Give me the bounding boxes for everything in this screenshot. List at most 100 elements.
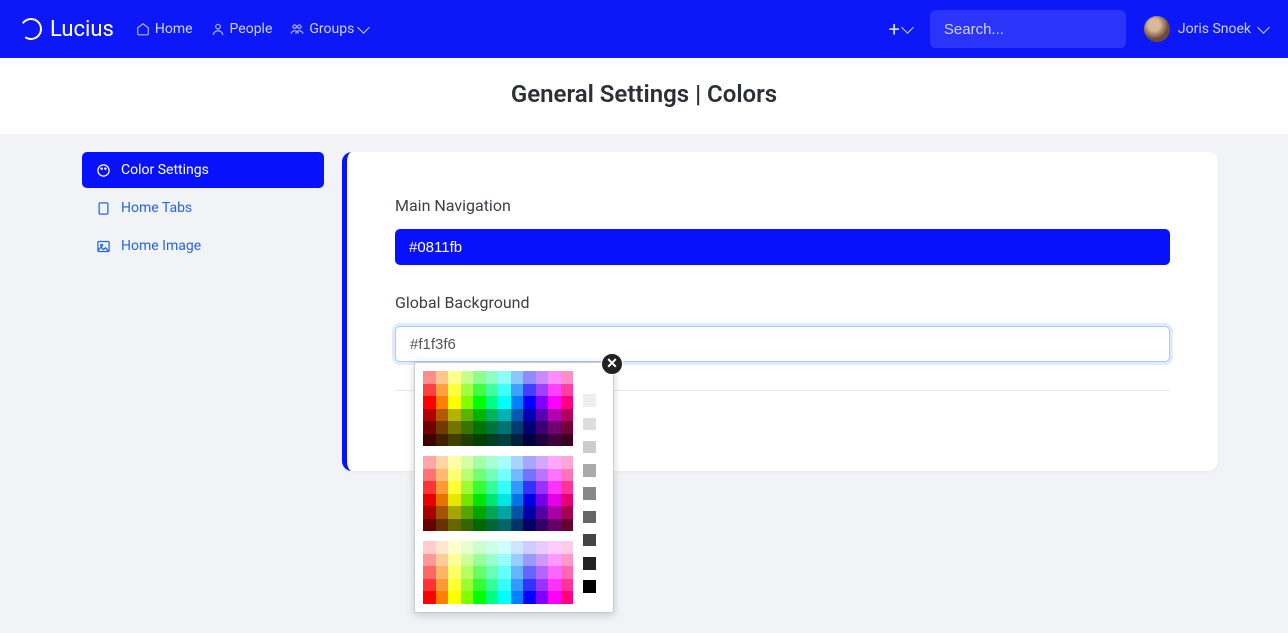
- color-swatch[interactable]: [548, 506, 561, 519]
- color-swatch[interactable]: [473, 421, 486, 434]
- gray-swatch[interactable]: [583, 441, 596, 454]
- color-swatch[interactable]: [511, 396, 524, 409]
- color-swatch[interactable]: [523, 506, 536, 519]
- color-swatch[interactable]: [448, 566, 461, 579]
- global-bg-color-input[interactable]: [395, 326, 1170, 362]
- color-swatch[interactable]: [561, 434, 574, 447]
- color-swatch[interactable]: [561, 371, 574, 384]
- color-swatch[interactable]: [523, 494, 536, 507]
- color-swatch[interactable]: [561, 519, 574, 532]
- color-swatch[interactable]: [448, 506, 461, 519]
- color-swatch[interactable]: [448, 421, 461, 434]
- color-swatch[interactable]: [436, 409, 449, 422]
- color-swatch[interactable]: [486, 409, 499, 422]
- add-button[interactable]: +: [889, 17, 912, 41]
- color-swatch[interactable]: [548, 434, 561, 447]
- color-swatch[interactable]: [523, 566, 536, 579]
- color-swatch[interactable]: [523, 579, 536, 592]
- color-swatch[interactable]: [436, 566, 449, 579]
- color-swatch[interactable]: [498, 456, 511, 469]
- color-swatch[interactable]: [423, 481, 436, 494]
- color-swatch[interactable]: [523, 519, 536, 532]
- brand[interactable]: Lucius: [20, 17, 114, 42]
- color-swatch[interactable]: [523, 396, 536, 409]
- color-swatch[interactable]: [473, 494, 486, 507]
- color-swatch[interactable]: [536, 541, 549, 554]
- color-swatch[interactable]: [548, 591, 561, 604]
- color-swatch[interactable]: [523, 434, 536, 447]
- color-swatch[interactable]: [423, 541, 436, 554]
- color-swatch[interactable]: [473, 481, 486, 494]
- color-swatch[interactable]: [536, 519, 549, 532]
- color-swatch[interactable]: [473, 371, 486, 384]
- color-swatch[interactable]: [436, 494, 449, 507]
- color-swatch[interactable]: [561, 409, 574, 422]
- color-swatch[interactable]: [423, 469, 436, 482]
- color-swatch[interactable]: [511, 384, 524, 397]
- color-swatch[interactable]: [561, 579, 574, 592]
- color-swatch[interactable]: [473, 434, 486, 447]
- color-swatch[interactable]: [561, 469, 574, 482]
- color-swatch[interactable]: [448, 579, 461, 592]
- gray-swatch[interactable]: [583, 534, 596, 547]
- color-swatch[interactable]: [536, 506, 549, 519]
- color-swatch[interactable]: [523, 409, 536, 422]
- color-swatch[interactable]: [498, 434, 511, 447]
- gray-swatch[interactable]: [583, 394, 596, 407]
- color-swatch[interactable]: [486, 579, 499, 592]
- color-swatch[interactable]: [461, 396, 474, 409]
- color-swatch[interactable]: [461, 371, 474, 384]
- color-swatch[interactable]: [511, 579, 524, 592]
- color-swatch[interactable]: [423, 421, 436, 434]
- color-swatch[interactable]: [498, 506, 511, 519]
- gray-swatch[interactable]: [583, 487, 596, 500]
- color-swatch[interactable]: [448, 456, 461, 469]
- color-swatch[interactable]: [523, 456, 536, 469]
- color-swatch[interactable]: [461, 434, 474, 447]
- color-swatch[interactable]: [536, 396, 549, 409]
- color-swatch[interactable]: [498, 541, 511, 554]
- color-swatch[interactable]: [436, 469, 449, 482]
- color-swatch[interactable]: [486, 371, 499, 384]
- color-swatch[interactable]: [423, 434, 436, 447]
- color-swatch[interactable]: [423, 371, 436, 384]
- sidebar-item-home-tabs[interactable]: Home Tabs: [82, 190, 324, 226]
- color-swatch[interactable]: [448, 481, 461, 494]
- color-swatch[interactable]: [486, 554, 499, 567]
- color-swatch[interactable]: [561, 541, 574, 554]
- color-swatch[interactable]: [511, 409, 524, 422]
- color-swatch[interactable]: [536, 469, 549, 482]
- color-swatch[interactable]: [448, 541, 461, 554]
- color-swatch[interactable]: [498, 554, 511, 567]
- sidebar-item-color-settings[interactable]: Color Settings: [82, 152, 324, 188]
- color-swatch[interactable]: [523, 384, 536, 397]
- color-swatch[interactable]: [423, 554, 436, 567]
- color-swatch[interactable]: [548, 384, 561, 397]
- color-swatch[interactable]: [486, 456, 499, 469]
- color-swatch[interactable]: [448, 434, 461, 447]
- color-swatch[interactable]: [423, 579, 436, 592]
- color-swatch[interactable]: [448, 469, 461, 482]
- color-swatch[interactable]: [473, 519, 486, 532]
- color-swatch[interactable]: [473, 456, 486, 469]
- color-swatch[interactable]: [561, 421, 574, 434]
- color-swatch[interactable]: [436, 456, 449, 469]
- color-swatch[interactable]: [523, 421, 536, 434]
- color-swatch[interactable]: [511, 566, 524, 579]
- color-swatch[interactable]: [461, 384, 474, 397]
- color-swatch[interactable]: [523, 371, 536, 384]
- color-swatch[interactable]: [536, 591, 549, 604]
- color-swatch[interactable]: [511, 506, 524, 519]
- close-icon[interactable]: ✕: [601, 353, 623, 375]
- color-swatch[interactable]: [423, 456, 436, 469]
- color-swatch[interactable]: [548, 469, 561, 482]
- color-swatch[interactable]: [561, 506, 574, 519]
- color-swatch[interactable]: [448, 384, 461, 397]
- color-swatch[interactable]: [511, 541, 524, 554]
- color-swatch[interactable]: [511, 434, 524, 447]
- color-swatch[interactable]: [436, 481, 449, 494]
- color-swatch[interactable]: [486, 384, 499, 397]
- main-nav-color-input[interactable]: [395, 229, 1170, 265]
- color-swatch[interactable]: [473, 409, 486, 422]
- color-swatch[interactable]: [498, 591, 511, 604]
